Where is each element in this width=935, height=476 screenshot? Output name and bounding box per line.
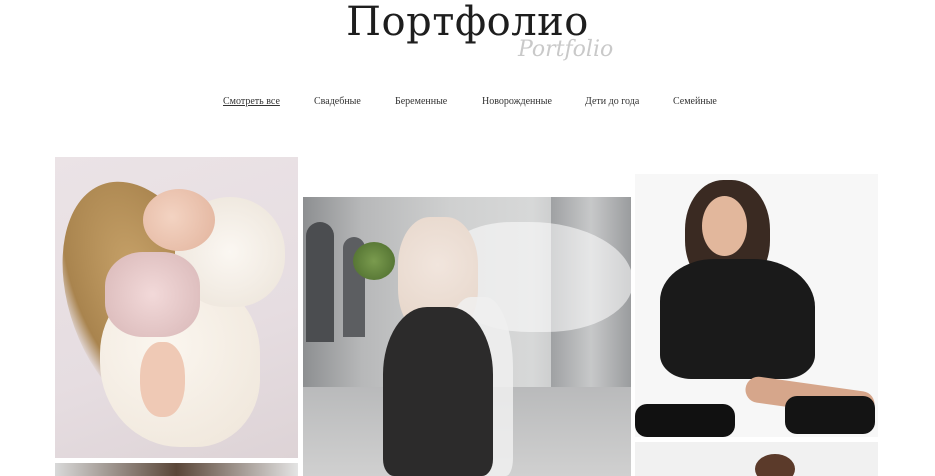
gallery-photo-wedding[interactable] [303, 197, 631, 476]
page-subtitle: Portfolio [518, 37, 614, 62]
arch [306, 222, 334, 342]
nav-link-newborn[interactable]: Новорожденные [482, 96, 552, 107]
boot [635, 404, 735, 437]
baby-dress [105, 252, 200, 337]
nav-link-view-all[interactable]: Смотреть все [223, 96, 280, 107]
nav-link-pregnant[interactable]: Беременные [395, 96, 447, 107]
nav-link-babies[interactable]: Дети до года [585, 96, 639, 107]
nav-link-family[interactable]: Семейные [673, 96, 717, 107]
nav-link-wedding[interactable]: Свадебные [314, 96, 361, 107]
gallery-photo-partial[interactable] [55, 463, 298, 476]
page-title: Портфолио [346, 0, 589, 45]
gallery-photo-newborn[interactable] [55, 157, 298, 458]
carousel-dots[interactable] [177, 450, 201, 454]
gallery-photo-portrait[interactable] [635, 174, 878, 437]
groom [383, 307, 493, 476]
baby-legs [140, 342, 185, 417]
bouquet [353, 242, 395, 280]
leather-jacket [660, 259, 815, 379]
boot [785, 396, 875, 434]
face [702, 196, 747, 256]
hair [755, 454, 795, 476]
gallery-photo-partial[interactable] [635, 442, 878, 476]
baby-head [143, 189, 215, 251]
category-nav: Смотреть все Свадебные Беременные Новоро… [0, 96, 935, 110]
